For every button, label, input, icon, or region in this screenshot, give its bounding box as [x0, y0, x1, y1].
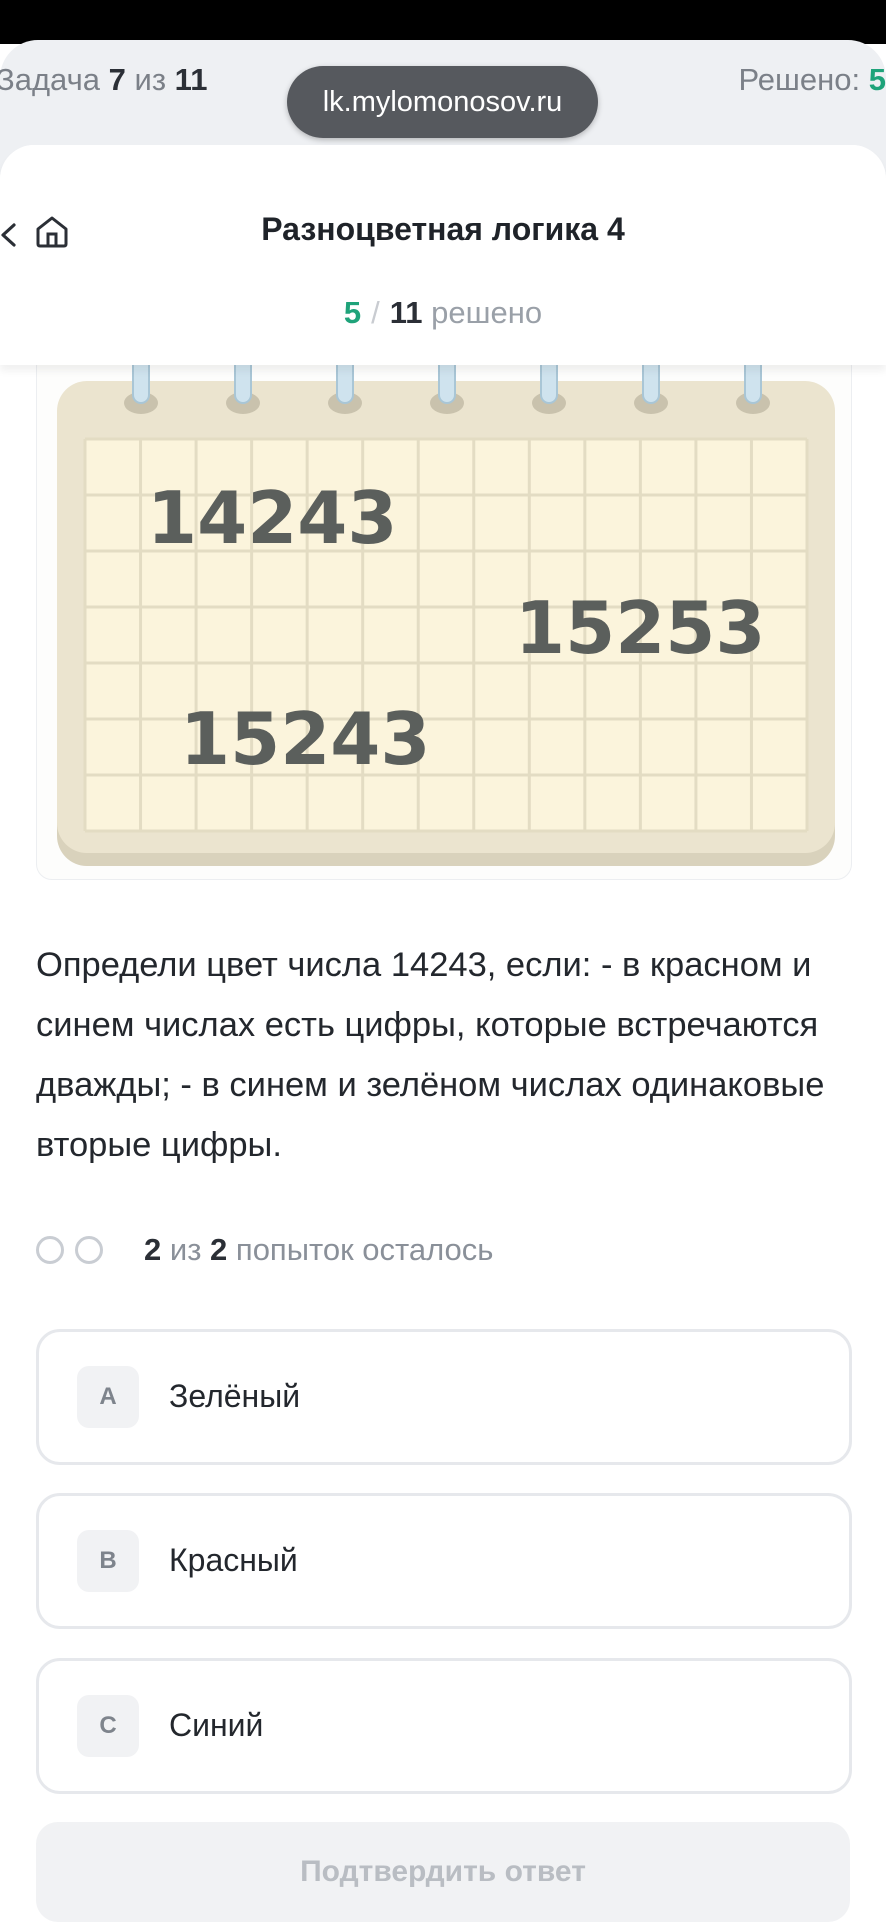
attempts-text: 2 из 2 попыток осталось [144, 1232, 493, 1268]
solved-progress: 5 / 11 решено [0, 295, 886, 331]
option-letter: C [77, 1695, 139, 1757]
attempt-dot [75, 1236, 103, 1264]
notebook-illustration: 14243 15253 15243 [57, 351, 835, 866]
option-letter: B [77, 1530, 139, 1592]
question-text: Определи цвет числа 14243, если: - в кра… [36, 946, 825, 1164]
task-prefix: Задача [0, 62, 101, 97]
progress-separator: / [371, 295, 380, 330]
attempts-total: 2 [210, 1232, 228, 1267]
task-image: 14243 15253 15243 [36, 350, 852, 880]
solved-counter: Решено: 5 [738, 62, 886, 98]
option-b[interactable]: B Красный [36, 1493, 852, 1629]
attempts-left: 2 [144, 1232, 162, 1267]
option-label: Красный [169, 1542, 298, 1578]
url-pill[interactable]: lk.mylomonosov.ru [287, 66, 598, 138]
option-label: Синий [169, 1707, 264, 1743]
page-title: Разноцветная логика 4 [261, 211, 625, 247]
notebook-number-2: 15253 [515, 586, 766, 670]
notebook-number-3: 15243 [180, 697, 431, 781]
progress-total: 11 [389, 295, 423, 330]
attempts-indicator: 2 из 2 попыток осталось [36, 1230, 493, 1270]
submit-answer-button[interactable]: Подтвердить ответ [36, 1822, 850, 1922]
solved-prefix: Решено: [738, 62, 861, 97]
progress-done: 5 [343, 295, 362, 330]
notebook-number-1: 14243 [147, 476, 398, 560]
option-a[interactable]: A Зелёный [36, 1329, 852, 1465]
task-current: 7 [108, 62, 126, 97]
attempt-dot [36, 1236, 64, 1264]
option-letter: A [77, 1366, 139, 1428]
status-bar [0, 0, 886, 44]
task-header: Разноцветная логика 4 5 / 11 решено [0, 145, 886, 365]
progress-suffix: решено [431, 295, 543, 330]
task-total: 11 [174, 62, 208, 97]
attempts-suffix: попыток осталось [235, 1232, 494, 1267]
option-label: Зелёный [169, 1378, 301, 1414]
task-of: из [134, 62, 167, 97]
option-c[interactable]: C Синий [36, 1658, 852, 1794]
task-counter: Задача 7 из 11 [0, 62, 207, 98]
attempts-of: из [169, 1232, 202, 1267]
solved-count: 5 [868, 62, 886, 97]
